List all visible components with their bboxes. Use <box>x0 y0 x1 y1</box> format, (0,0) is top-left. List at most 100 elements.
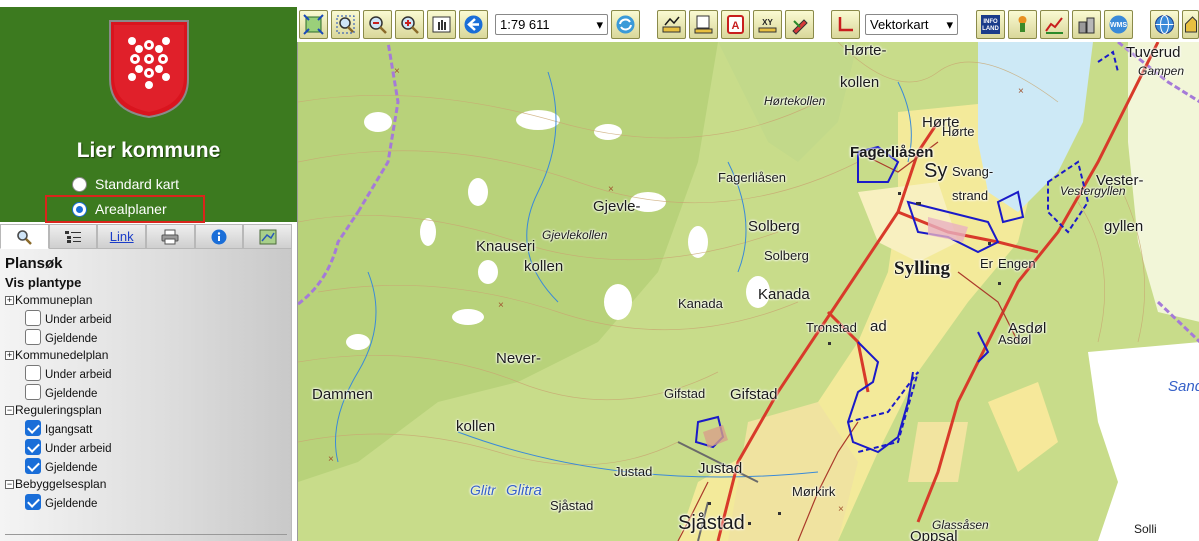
measure-area-icon <box>694 15 713 34</box>
checkbox-checked[interactable] <box>25 458 41 474</box>
coordinate-button[interactable]: XY <box>753 10 782 39</box>
svg-text:XY: XY <box>762 18 773 27</box>
axis-button[interactable] <box>831 10 860 39</box>
highlight-annotation-box <box>45 195 205 223</box>
checkbox-row[interactable]: Igangsatt <box>25 419 286 436</box>
checkbox[interactable] <box>25 365 41 381</box>
profile-button[interactable] <box>1040 10 1069 39</box>
globe-button[interactable] <box>1150 10 1179 39</box>
svg-text:×: × <box>838 504 844 515</box>
measure-distance-icon <box>662 16 681 33</box>
map-label: Hørtekollen <box>764 94 826 108</box>
map-label: Justad <box>614 464 653 479</box>
map-label: Sand <box>1168 378 1199 395</box>
checkbox-label: Gjeldende <box>45 498 98 510</box>
measure-distance-button[interactable] <box>657 10 686 39</box>
checkbox[interactable] <box>25 384 41 400</box>
refresh-button[interactable] <box>611 10 640 39</box>
checkbox[interactable] <box>25 329 41 345</box>
globe-icon <box>1155 15 1174 34</box>
svg-text:×: × <box>1018 86 1024 97</box>
panel-tabs: Link <box>0 224 293 249</box>
checkbox-row[interactable]: Gjeldende <box>25 457 286 474</box>
wms-button[interactable]: WMS <box>1104 10 1133 39</box>
group-label: Kommuneplan <box>15 293 93 307</box>
home-button[interactable] <box>1182 10 1199 39</box>
buildings-icon <box>1078 17 1095 34</box>
map-label: gyllen <box>1104 218 1144 235</box>
group-label: Kommunedelplan <box>15 348 109 362</box>
zoom-extent-button[interactable] <box>299 10 328 39</box>
map-label: Sjåstad <box>678 512 745 534</box>
checkbox-checked[interactable] <box>25 439 41 455</box>
map-label: Gjevle- <box>593 198 641 215</box>
refresh-icon <box>616 15 635 34</box>
checkbox-row[interactable]: Gjeldende <box>25 328 286 345</box>
map-label: Hørte <box>942 124 975 139</box>
map-label: Kanada <box>678 296 723 311</box>
property-icon <box>1018 16 1027 32</box>
svg-text:×: × <box>498 300 504 311</box>
panel-divider <box>5 534 287 535</box>
zoom-out-button[interactable] <box>363 10 392 39</box>
tab-link[interactable]: Link <box>97 224 147 249</box>
zoom-in-button[interactable] <box>395 10 424 39</box>
checkbox[interactable] <box>25 310 41 326</box>
checkbox-row[interactable]: Gjeldende <box>25 493 286 510</box>
tab-layers[interactable] <box>48 224 98 249</box>
map-label: Gifstad <box>730 386 778 403</box>
property-button[interactable] <box>1008 10 1037 39</box>
tab-search[interactable] <box>0 224 49 249</box>
zoom-in-icon <box>401 16 419 34</box>
layers-icon <box>65 230 81 243</box>
municipality-name: Lier kommune <box>76 139 221 162</box>
scale-select[interactable]: 1:79 611 ▾ <box>495 14 608 35</box>
tab-map-thumb[interactable] <box>243 224 293 249</box>
map-label: kollen <box>524 258 564 275</box>
measure-area-button[interactable] <box>689 10 718 39</box>
tab-print[interactable] <box>146 224 195 249</box>
pan-button[interactable] <box>427 10 456 39</box>
zoom-window-button[interactable] <box>331 10 360 39</box>
expand-icon[interactable]: + <box>5 295 14 305</box>
checkbox-checked[interactable] <box>25 494 41 510</box>
group-kommunedelplan[interactable]: + Kommunedelplan <box>5 348 286 362</box>
collapse-icon[interactable]: − <box>5 479 14 489</box>
map-label: Solberg <box>748 218 800 235</box>
map-label: Solli <box>1134 522 1157 536</box>
infoland-button[interactable]: INFO LAND <box>976 10 1005 39</box>
layer-select[interactable]: Vektorkart ▾ <box>865 14 958 35</box>
tab-info[interactable] <box>194 224 244 249</box>
link-tab-label[interactable]: Link <box>110 229 134 244</box>
map-label: Sjåstad <box>550 498 594 513</box>
checkbox-row[interactable]: Gjeldende <box>25 383 286 400</box>
panel-title: Plansøk <box>5 255 63 272</box>
map-canvas[interactable]: × × × × × × Hørte- kollen Hørtekollen Hø… <box>297 42 1199 541</box>
radio-standard-map[interactable]: Standard kart <box>72 176 179 192</box>
group-kommuneplan[interactable]: + Kommuneplan <box>5 293 286 307</box>
map-toolbar: 1:79 611 ▾ A XY Vektorkart ▾ INFO LAND WMS <box>297 7 1199 42</box>
address-search-button[interactable]: A <box>721 10 750 39</box>
group-label: Reguleringsplan <box>15 403 102 417</box>
map-label: Solberg <box>764 248 809 263</box>
svg-text:×: × <box>608 184 614 195</box>
coordinate-icon: XY <box>758 18 777 33</box>
group-bebyggelsesplan[interactable]: − Bebyggelsesplan <box>5 477 286 491</box>
map-label: Dammen <box>312 386 373 403</box>
map-label: Glitr <box>470 482 496 498</box>
checkbox-row[interactable]: Under arbeid <box>25 364 286 381</box>
checkbox-label: Gjeldende <box>45 333 98 345</box>
map-label: Tuverud <box>1126 44 1181 61</box>
expand-icon[interactable]: + <box>5 350 14 360</box>
collapse-icon[interactable]: − <box>5 405 14 415</box>
radio-button[interactable] <box>72 176 87 192</box>
checkbox-checked[interactable] <box>25 420 41 436</box>
group-reguleringsplan[interactable]: − Reguleringsplan <box>5 403 286 417</box>
checkbox-row[interactable]: Under arbeid <box>25 309 286 326</box>
search-icon <box>17 229 33 245</box>
map-label: Gifstad <box>664 386 706 401</box>
draw-button[interactable] <box>785 10 814 39</box>
back-button[interactable] <box>459 10 488 39</box>
buildings-button[interactable] <box>1072 10 1101 39</box>
checkbox-row[interactable]: Under arbeid <box>25 438 286 455</box>
